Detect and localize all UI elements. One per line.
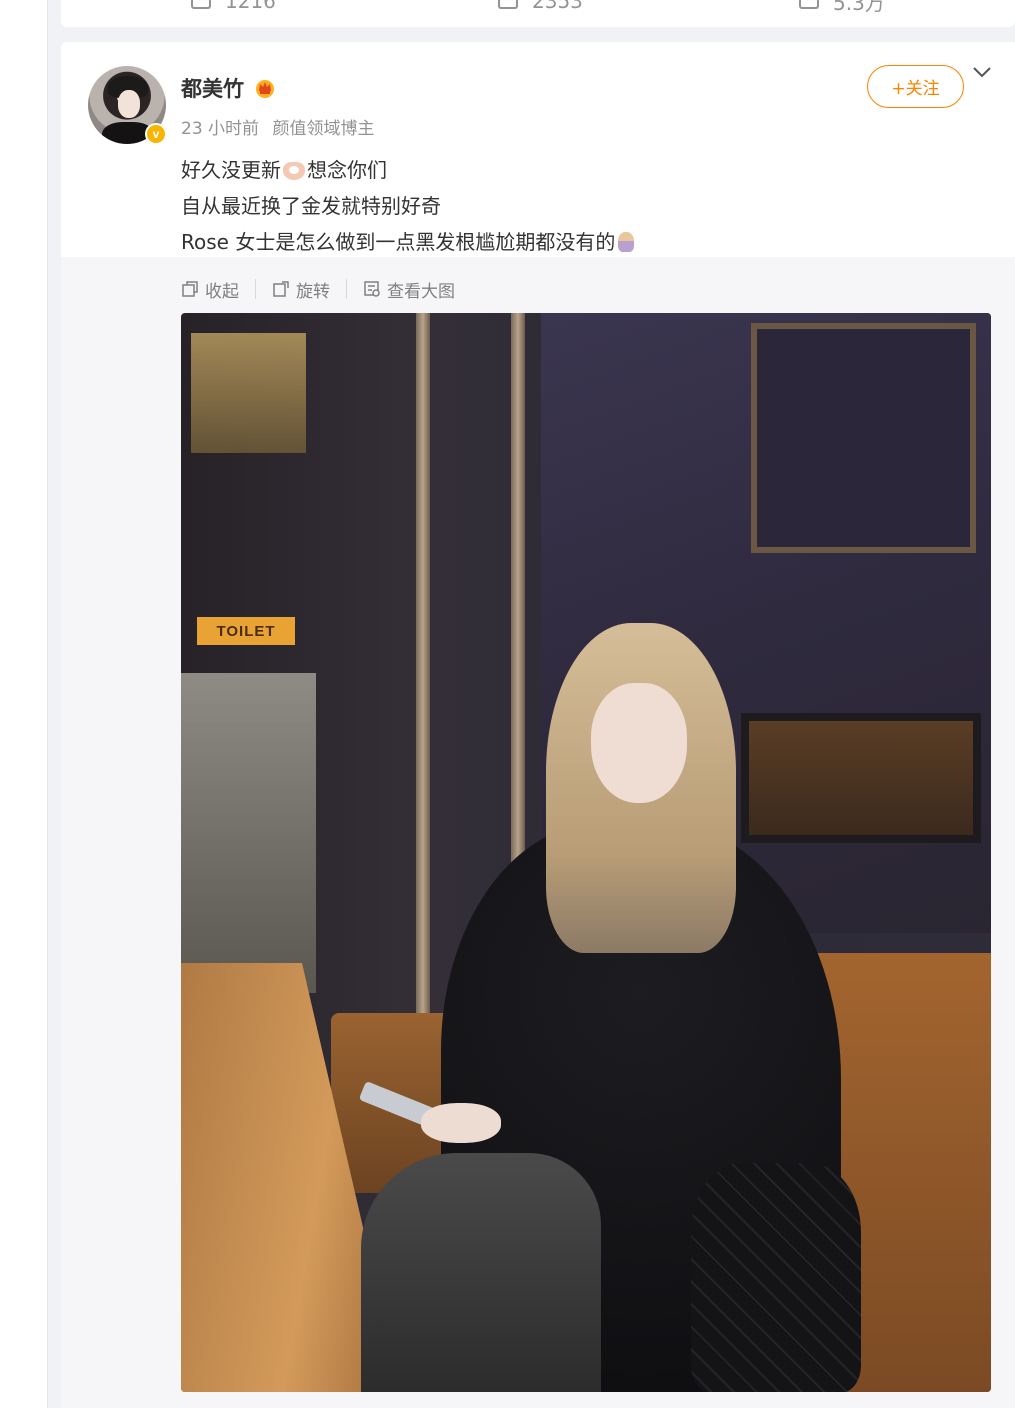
author-name[interactable]: 都美竹 <box>181 73 244 103</box>
repost-icon <box>191 0 211 9</box>
photo-pants <box>361 1153 601 1392</box>
photo-hand <box>421 1103 501 1143</box>
like-icon <box>799 0 819 9</box>
like-count: 5.3万 <box>833 0 885 15</box>
divider <box>255 279 256 299</box>
post-text-line: 好久没更新 想念你们 <box>181 152 634 188</box>
repost-count: 1216 <box>225 0 276 13</box>
like-button[interactable]: 5.3万 <box>799 0 885 15</box>
follow-button[interactable]: +关注 <box>867 65 964 108</box>
post-text-line: 自从最近换了金发就特别好奇 <box>181 194 441 218</box>
photo-doorway <box>181 673 316 993</box>
post-time[interactable]: 23 小时前 <box>181 119 259 139</box>
view-large-label: 查看大图 <box>387 281 455 302</box>
rotate-button[interactable]: 旋转 <box>272 277 330 302</box>
author-tag: 颜值领域博主 <box>272 119 375 139</box>
view-large-icon <box>364 281 380 297</box>
chevron-down-icon[interactable] <box>971 64 993 80</box>
verified-icon: v <box>145 123 167 145</box>
divider <box>47 0 48 1408</box>
person-shrugging-emoji-icon <box>618 232 635 252</box>
divider <box>346 279 347 299</box>
rotate-icon <box>273 281 289 297</box>
collapse-label: 收起 <box>205 281 239 302</box>
photo-face <box>591 683 687 803</box>
post-photo[interactable]: TOILET <box>181 313 991 1392</box>
photo-toilet-sign: TOILET <box>197 617 295 645</box>
repost-button[interactable]: 1216 <box>191 0 276 13</box>
comment-count: 2353 <box>532 0 583 13</box>
comment-icon <box>498 0 518 9</box>
post-card: v 都美竹 23 小时前 颜值领域博主 +关注 好久没更新 想念你们 自从最近换了… <box>61 42 1015 1408</box>
photo-pipe <box>416 313 430 1093</box>
photo-counter-window <box>741 713 981 843</box>
post-meta: 23 小时前 颜值领域博主 <box>181 114 374 139</box>
photo-window <box>191 333 306 453</box>
left-sidebar-gutter <box>0 0 47 1408</box>
post-text: 好久没更新 想念你们 自从最近换了金发就特别好奇 Rose 女士是怎么做到一点黑发… <box>181 152 635 260</box>
comment-button[interactable]: 2353 <box>498 0 583 13</box>
heart-hands-emoji-icon <box>283 162 305 180</box>
post-text-segment: Rose 女士是怎么做到一点黑发根尴尬期都没有的 <box>181 230 616 254</box>
previous-post-footer: 1216 2353 5.3万 <box>61 0 1015 27</box>
rotate-label: 旋转 <box>296 281 330 302</box>
collapse-icon <box>182 281 198 297</box>
media-toolbar: 收起 旋转 查看大图 <box>181 275 455 303</box>
media-area: 收起 旋转 查看大图 TOILET <box>61 257 1015 1408</box>
avatar-face <box>118 90 140 118</box>
collapse-button[interactable]: 收起 <box>181 277 239 302</box>
view-large-button[interactable]: 查看大图 <box>363 277 455 302</box>
photo-bag <box>691 1163 861 1392</box>
post-text-line: Rose 女士是怎么做到一点黑发根尴尬期都没有的 <box>181 224 635 260</box>
post-text-segment: 好久没更新 <box>181 158 281 182</box>
photo-wall-frame <box>751 323 976 553</box>
crown-icon <box>256 80 274 98</box>
post-text-segment: 想念你们 <box>307 158 387 182</box>
